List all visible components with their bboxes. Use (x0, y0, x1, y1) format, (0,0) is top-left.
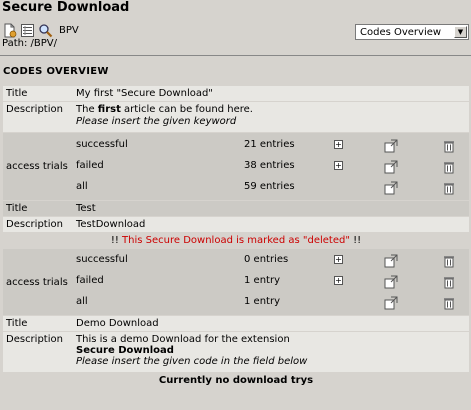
stats-row-all: all 59 entries (73, 179, 469, 200)
record-description: The first article can be found here. Ple… (73, 102, 469, 132)
trash-icon[interactable] (439, 252, 469, 273)
open-external-icon[interactable] (381, 294, 439, 315)
divider (0, 55, 471, 56)
table-row: Currently no download trys (3, 373, 469, 388)
plus-icon[interactable]: + (334, 276, 343, 285)
record-description: TestDownload (73, 217, 469, 232)
stats-row-failed: failed 1 entry + (73, 273, 469, 294)
record-description: This is a demo Download for the extensio… (73, 332, 469, 372)
codes-table: Title My first "Secure Download" Descrip… (3, 85, 469, 389)
open-external-icon[interactable] (381, 273, 439, 294)
trash-icon[interactable] (439, 137, 469, 158)
table-row: Description The first article can be fou… (3, 102, 469, 132)
title-label: Title (3, 201, 73, 216)
table-row: Title Demo Download (3, 316, 469, 331)
trash-icon[interactable] (439, 179, 469, 200)
plus-icon[interactable]: + (334, 255, 343, 264)
trials-stats: successful 0 entries + failed 1 entry + … (73, 252, 469, 315)
table-row: Title Test (3, 201, 469, 216)
access-trials-label: access trials (3, 249, 73, 315)
trash-icon[interactable] (439, 273, 469, 294)
toolbar: BPV (2, 22, 79, 38)
open-external-icon[interactable] (381, 179, 439, 200)
stats-row-all: all 1 entry (73, 294, 469, 315)
section-title: CODES OVERVIEW (3, 66, 109, 77)
description-label: Description (3, 102, 73, 132)
table-row: access trials successful 21 entries + fa… (3, 133, 469, 200)
table-row: Title My first "Secure Download" (3, 86, 469, 101)
chevron-down-icon[interactable]: ▼ (454, 26, 467, 38)
stats-row-successful: successful 0 entries + (73, 252, 469, 273)
table-row: Description TestDownload (3, 217, 469, 232)
table-row: access trials successful 0 entries + fai… (3, 249, 469, 315)
view-select-value: Codes Overview (360, 26, 442, 38)
open-external-icon[interactable] (381, 158, 439, 179)
access-trials-label: access trials (3, 133, 73, 200)
table-row: Description This is a demo Download for … (3, 332, 469, 372)
stats-row-failed: failed 38 entries + (73, 158, 469, 179)
new-document-icon[interactable] (2, 23, 17, 38)
path-label: Path: /BPV/ (2, 38, 57, 49)
plus-icon[interactable]: + (334, 161, 343, 170)
view-select[interactable]: Codes Overview ▼ (355, 24, 469, 40)
open-external-icon[interactable] (381, 252, 439, 273)
title-label: Title (3, 316, 73, 331)
list-icon[interactable] (20, 23, 35, 38)
record-title: Demo Download (73, 316, 469, 331)
description-label: Description (3, 332, 73, 372)
bpv-label[interactable]: BPV (59, 25, 79, 36)
stats-row-successful: successful 21 entries + (73, 137, 469, 158)
trash-icon[interactable] (439, 158, 469, 179)
trials-stats: successful 21 entries + failed 38 entrie… (73, 137, 469, 200)
record-title: Test (73, 201, 469, 216)
plus-icon[interactable]: + (334, 140, 343, 149)
deleted-notice: !! This Secure Download is marked as "de… (3, 233, 469, 248)
trash-icon[interactable] (439, 294, 469, 315)
title-label: Title (3, 86, 73, 101)
table-row: !! This Secure Download is marked as "de… (3, 233, 469, 248)
record-title: My first "Secure Download" (73, 86, 469, 101)
no-trials-footer: Currently no download trys (3, 373, 469, 388)
search-icon[interactable] (38, 23, 53, 38)
open-external-icon[interactable] (381, 137, 439, 158)
description-label: Description (3, 217, 73, 232)
page-title: Secure Download (2, 0, 130, 15)
